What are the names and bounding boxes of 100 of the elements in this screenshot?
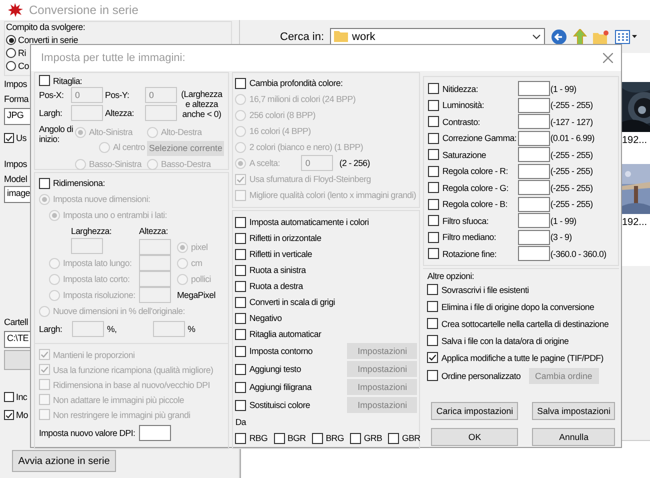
checkbox[interactable] (235, 346, 246, 356)
checkbox-label: Aggiungi testo (249, 364, 301, 374)
checkbox-label: Imposta automaticamente i colori (249, 217, 369, 227)
range-label: (1 - 99) (550, 216, 578, 226)
dialog-button[interactable]: Carica impostazioni (431, 402, 518, 420)
checkbox-label: Correzione Gamma: (442, 133, 516, 143)
checkbox[interactable] (427, 301, 438, 312)
radio-label: A scelta: (249, 158, 280, 168)
checkbox[interactable] (427, 284, 438, 295)
input-field[interactable] (518, 164, 550, 178)
view-menu-icon[interactable] (615, 30, 638, 44)
checkbox[interactable] (39, 178, 50, 188)
radio-label: Converti in serie (18, 35, 78, 45)
radio-label: pollici (191, 274, 211, 284)
checkbox-label: GBR (402, 433, 420, 443)
checkbox-label: Non restringere le immagini più grandi (53, 410, 190, 420)
input-field[interactable] (518, 130, 550, 146)
checkbox-label: Ridimensiona in base al nuovo/vecchio DPI (53, 380, 210, 390)
input-field[interactable]: C:\TE (4, 330, 30, 348)
checkbox[interactable] (428, 100, 440, 110)
folder-dropdown[interactable]: work (330, 28, 546, 45)
input-field[interactable] (518, 196, 550, 212)
field-label: Cartell (4, 317, 28, 327)
folder-icon (334, 31, 348, 42)
checkbox[interactable] (428, 198, 440, 210)
checkbox-label: Non adattare le immagini più piccole (53, 394, 184, 404)
checkbox[interactable] (427, 370, 438, 381)
checkbox[interactable] (235, 264, 246, 276)
checkbox[interactable] (350, 432, 361, 444)
radio-label: Imposta nuove dimensioni: (53, 194, 150, 204)
input-field[interactable] (518, 114, 550, 129)
dialog-button[interactable]: Salva impostazioni (532, 402, 616, 420)
checkbox-label: Nitidezza: (442, 84, 478, 94)
checkbox[interactable] (235, 216, 246, 228)
checkbox[interactable] (312, 432, 323, 444)
input-field[interactable]: image (4, 186, 30, 203)
unit-label: MegaPixel (177, 290, 216, 300)
field-label: Altezza: (139, 226, 169, 236)
radio-label: 16 colori (4 BPP) (249, 126, 311, 136)
dialog-button[interactable]: OK (431, 428, 518, 446)
range-label: (-255 - 255) (550, 199, 594, 209)
checkbox[interactable] (235, 382, 246, 392)
checkbox[interactable] (428, 132, 440, 144)
checkbox-label: Rotazione fine: (442, 248, 497, 258)
checkbox-label: Negativo (249, 313, 282, 323)
input-field[interactable] (518, 246, 550, 261)
checkbox-label: Usa la funzione ricampiona (qualità migliore) (53, 364, 214, 374)
format-dropdown[interactable]: JPG (4, 108, 30, 124)
checkbox[interactable] (235, 280, 246, 292)
checkbox[interactable] (427, 352, 438, 363)
run-batch-button[interactable]: Avvia azione in serie (12, 450, 116, 472)
radio-label: Imposta lato lungo: (63, 258, 132, 268)
checkbox[interactable] (235, 328, 246, 340)
checkbox[interactable] (235, 432, 246, 444)
input-field[interactable] (139, 425, 172, 441)
checkbox[interactable] (428, 149, 440, 160)
checkbox[interactable] (4, 133, 14, 143)
checkbox[interactable] (428, 232, 440, 242)
checkbox[interactable] (428, 215, 440, 226)
checkbox[interactable] (39, 75, 50, 86)
checkbox[interactable] (4, 392, 14, 402)
input-field[interactable] (518, 230, 550, 244)
input-field[interactable] (518, 213, 550, 228)
checkbox[interactable] (235, 296, 246, 308)
checkbox[interactable] (428, 83, 440, 94)
window-title: Conversione in serie (29, 3, 138, 17)
radio-label: Alto-Destra (161, 127, 202, 137)
checkbox-label: Converti in scala di grigi (249, 297, 335, 307)
input-field[interactable] (518, 147, 550, 162)
checkbox[interactable] (235, 78, 246, 88)
new-folder-icon[interactable] (593, 30, 610, 44)
checkbox[interactable] (235, 232, 246, 244)
radio-label: Imposta lato corto: (63, 274, 130, 284)
checkbox[interactable] (428, 116, 440, 127)
radio-button[interactable] (6, 35, 16, 45)
dialog-button[interactable]: Annulla (532, 428, 616, 446)
checkbox[interactable] (274, 432, 285, 444)
checkbox[interactable] (428, 182, 440, 193)
back-icon[interactable] (551, 28, 568, 44)
checkbox[interactable] (427, 318, 438, 329)
checkbox[interactable] (428, 248, 440, 259)
checkbox[interactable] (427, 335, 438, 346)
group-label: Altre opzioni: (427, 271, 476, 281)
checkbox[interactable] (4, 410, 14, 420)
close-icon[interactable] (603, 53, 613, 63)
checkbox-label: Migliore qualità colori (lento x immagini grandi) (249, 190, 416, 200)
checkbox-label: Regola colore - B: (442, 199, 508, 209)
input-field[interactable] (518, 98, 550, 112)
checkbox-label: RBG (249, 433, 268, 443)
input-field[interactable] (518, 180, 550, 195)
checkbox[interactable] (388, 432, 400, 444)
radio-button[interactable] (6, 61, 16, 71)
checkbox[interactable] (235, 248, 246, 260)
checkbox[interactable] (235, 400, 246, 410)
radio-button[interactable] (6, 48, 16, 58)
checkbox[interactable] (235, 364, 246, 374)
input-field[interactable] (518, 81, 550, 96)
up-arrow-icon[interactable] (573, 28, 588, 44)
checkbox[interactable] (428, 166, 440, 176)
checkbox[interactable] (235, 312, 246, 324)
